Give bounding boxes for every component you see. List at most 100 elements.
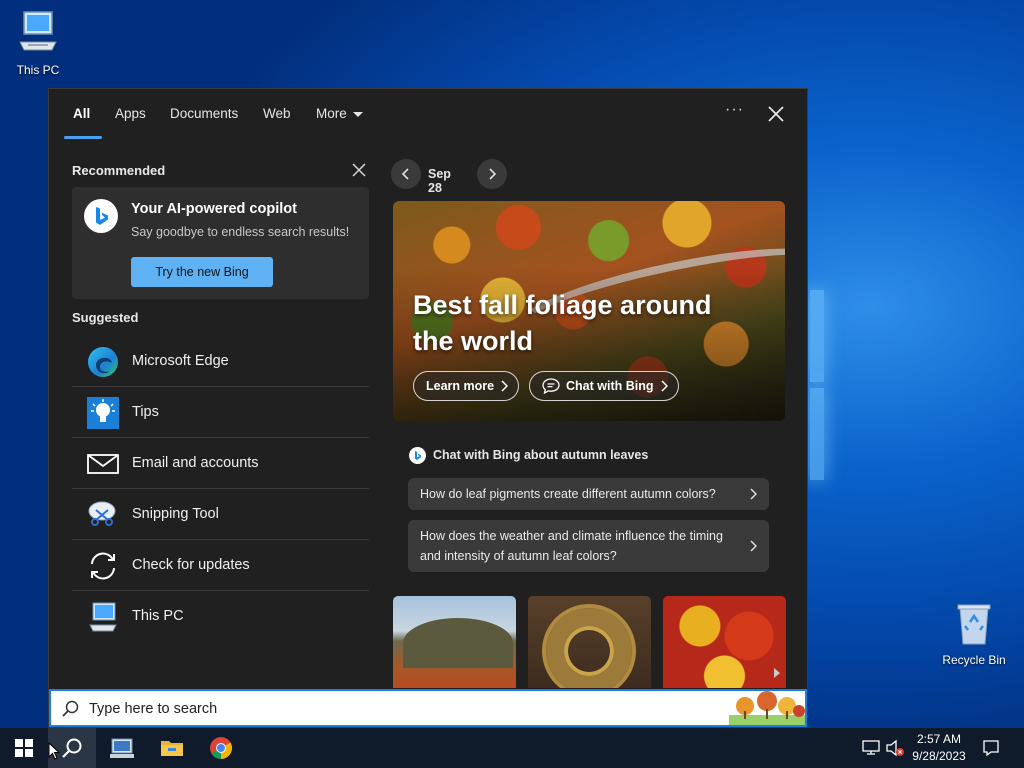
chat-suggestion[interactable]: How do leaf pigments create different au… [408, 478, 769, 510]
mountain-shape [403, 618, 513, 668]
close-icon[interactable] [765, 103, 787, 125]
folder-icon [161, 741, 183, 756]
tab-web[interactable]: Web [263, 106, 291, 121]
chevron-down-icon [352, 111, 363, 117]
carousel-image-mountain[interactable] [393, 596, 516, 688]
search-input[interactable]: Type here to search [89, 701, 217, 717]
tab-more-label: More [316, 106, 347, 121]
network-icon [862, 740, 880, 755]
tab-apps[interactable]: Apps [115, 106, 146, 121]
suggested-item-label: Email and accounts [132, 455, 259, 471]
edge-icon [88, 347, 118, 377]
next-date-button[interactable] [477, 159, 507, 189]
suggested-item-this-pc[interactable]: This PC [72, 591, 369, 642]
suggested-item-label: Tips [132, 404, 159, 420]
clock-date: 9/28/2023 [912, 749, 966, 763]
image-carousel [393, 596, 786, 688]
suggested-item-microsoft-edge[interactable]: Microsoft Edge [72, 336, 369, 387]
desktop-icon-label: This PC [16, 63, 60, 77]
wallpaper-logo-glow [810, 290, 824, 480]
suggested-item-tips[interactable]: Tips [72, 387, 369, 438]
desktop-icon-this-pc[interactable]: This PC [0, 8, 76, 77]
highlight-date: Sep 28 [428, 167, 451, 195]
chevron-right-icon [489, 168, 497, 180]
taskbar-app-server-manager[interactable] [98, 728, 146, 768]
suggested-item-email-and-accounts[interactable]: Email and accounts [72, 438, 369, 489]
volume-status[interactable] [884, 728, 906, 768]
taskbar-app-file-explorer[interactable] [148, 728, 196, 768]
tab-more[interactable]: More [316, 106, 363, 121]
suggested-item-label: Check for updates [132, 557, 250, 573]
copilot-card-title: Your AI-powered copilot [131, 201, 297, 217]
start-button[interactable] [0, 728, 48, 768]
chevron-right-icon [774, 668, 780, 678]
suggested-item-label: Snipping Tool [132, 506, 219, 522]
chevron-left-icon [401, 168, 409, 180]
desktop-icon-recycle-bin[interactable]: Recycle Bin [936, 600, 1012, 667]
chevron-right-icon [750, 488, 757, 500]
learn-more-button[interactable]: Learn more [413, 371, 520, 401]
taskbar-clock[interactable]: 2:57 AM 9/28/2023 [904, 731, 974, 765]
chat-suggestion-text: How do leaf pigments create different au… [420, 487, 716, 501]
search-icon [62, 738, 82, 758]
recommended-heading: Recommended [72, 163, 166, 178]
suggested-heading: Suggested [72, 310, 139, 325]
search-highlight-card[interactable]: Best fall foliage around the world Learn… [393, 201, 785, 421]
tips-icon [87, 397, 119, 429]
update-icon [91, 552, 115, 580]
chat-icon [542, 378, 560, 394]
mouse-cursor-icon [48, 742, 60, 760]
tab-documents[interactable]: Documents [170, 106, 238, 121]
chevron-right-icon [660, 380, 668, 392]
recycle-bin-icon [957, 604, 991, 645]
windows-logo-icon [15, 739, 33, 757]
action-center-button[interactable] [978, 728, 1004, 768]
bing-chat-heading-text: Chat with Bing about autumn leaves [433, 448, 649, 462]
search-icon [62, 700, 79, 717]
bing-icon [84, 199, 118, 233]
chat-suggestion-text: How does the weather and climate influen… [420, 529, 723, 563]
carousel-image-leaves[interactable] [663, 596, 786, 688]
computer-icon [89, 602, 117, 632]
chevron-right-icon [750, 540, 757, 552]
more-options-button[interactable]: ··· [725, 101, 744, 119]
chevron-right-icon [501, 380, 509, 392]
chat-with-bing-button[interactable]: Chat with Bing [529, 371, 679, 401]
highlight-title: Best fall foliage around the world [413, 290, 712, 356]
suggested-list: Microsoft Edge Tips Email and accounts S… [72, 336, 369, 642]
previous-date-button[interactable] [391, 159, 421, 189]
chat-suggestion[interactable]: How does the weather and climate influen… [408, 520, 769, 572]
taskbar-app-chrome[interactable] [197, 728, 245, 768]
clock-time: 2:57 AM [916, 732, 962, 746]
chrome-icon [210, 737, 232, 759]
active-tab-indicator [64, 136, 102, 139]
try-bing-button[interactable]: Try the new Bing [131, 257, 273, 287]
taskbar: 2:57 AM 9/28/2023 [0, 728, 1024, 768]
close-icon[interactable] [352, 163, 366, 177]
wreath-shape [546, 608, 632, 688]
suggested-item-snipping-tool[interactable]: Snipping Tool [72, 489, 369, 540]
chat-with-bing-label: Chat with Bing [566, 379, 654, 393]
suggested-item-label: Microsoft Edge [132, 353, 229, 369]
carousel-next-button[interactable] [769, 661, 785, 685]
copilot-card-subtitle: Say goodbye to endless search results! [131, 225, 350, 239]
volume-muted-icon [886, 739, 904, 757]
search-tabs: All Apps Documents Web More ··· [49, 89, 807, 139]
computer-icon [19, 11, 57, 51]
carousel-image-wreath[interactable] [528, 596, 651, 688]
network-status[interactable] [860, 728, 882, 768]
desktop-icon-label: Recycle Bin [942, 653, 1006, 667]
search-highlight-icon [729, 691, 805, 725]
server-manager-icon [110, 738, 134, 758]
copilot-card: Your AI-powered copilot Say goodbye to e… [72, 187, 369, 299]
search-box[interactable]: Type here to search [49, 689, 807, 727]
search-panel: All Apps Documents Web More ··· Recommen… [48, 88, 808, 728]
learn-more-label: Learn more [426, 379, 495, 393]
snipping-tool-icon [88, 501, 116, 526]
notification-icon [983, 740, 999, 757]
bing-icon [409, 447, 426, 464]
suggested-item-check-for-updates[interactable]: Check for updates [72, 540, 369, 591]
suggested-item-label: This PC [132, 608, 184, 624]
tab-all[interactable]: All [73, 106, 90, 121]
mail-icon [87, 454, 119, 474]
